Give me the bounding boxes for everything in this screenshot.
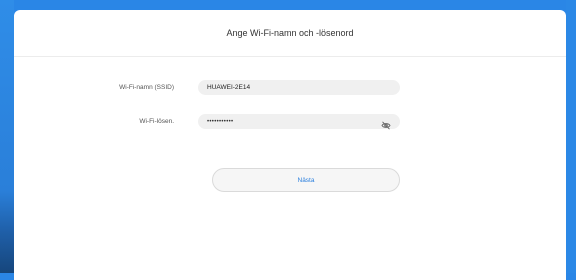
background-right <box>566 0 576 273</box>
eye-off-icon[interactable] <box>381 117 391 130</box>
dialog-title: Ange Wi-Fi-namn och -lösenord <box>226 28 354 38</box>
ssid-label: Wi-Fi-namn (SSID) <box>119 84 174 91</box>
password-label: Wi-Fi-lösen. <box>139 118 174 125</box>
ssid-value: HUAWEI-2E14 <box>207 84 251 91</box>
next-button[interactable]: Nästa <box>212 168 400 192</box>
password-input[interactable]: ••••••••••• <box>198 114 400 130</box>
password-value: ••••••••••• <box>207 118 234 125</box>
card-header: Ange Wi-Fi-namn och -lösenord <box>14 10 566 57</box>
ssid-input[interactable]: HUAWEI-2E14 <box>198 80 400 95</box>
wifi-settings-card: Ange Wi-Fi-namn och -lösenord Wi-Fi-namn… <box>14 10 566 280</box>
background-left <box>0 0 14 273</box>
